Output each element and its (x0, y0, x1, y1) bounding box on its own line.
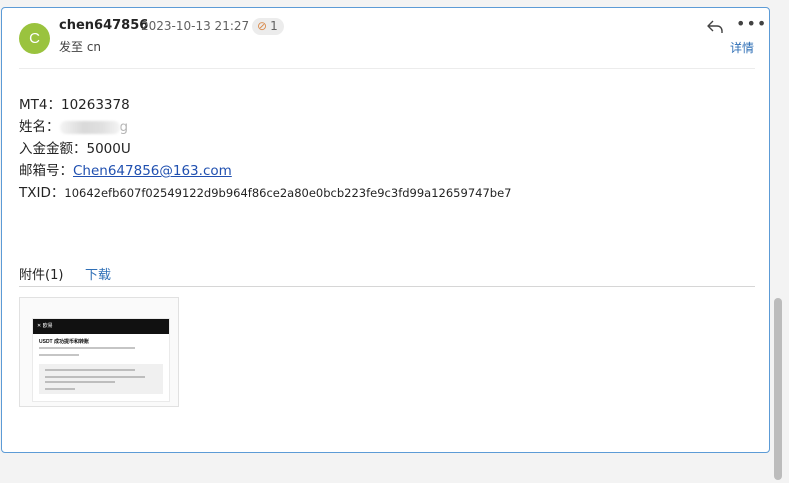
thumbnail-title: USDT 成功提币和转账 (39, 339, 90, 345)
thumbnail-text-line (45, 376, 145, 378)
more-options-button[interactable]: ••• (736, 14, 767, 33)
attachments-divider (19, 286, 755, 287)
download-link[interactable]: 下载 (85, 264, 111, 283)
redacted-name (59, 120, 120, 134)
txid-value: 10642efb607f02549122d9b964f86ce2a80e0bcb… (64, 186, 512, 200)
name-tail: g (119, 119, 129, 135)
sender-avatar: C (19, 23, 50, 54)
thumbnail-header-bar: ✕ 欧易 (33, 319, 169, 334)
recipient-line: 发至 cn (59, 40, 102, 54)
mt4-row: MT4：10263378 (19, 94, 511, 116)
email-label: 邮箱号： (19, 163, 73, 179)
vertical-scrollbar[interactable] (774, 298, 782, 480)
thumbnail-logo: ✕ 欧易 (37, 323, 53, 329)
paperclip-icon: ⊘ (257, 19, 268, 33)
thumbnail-text-line (39, 347, 135, 349)
deposit-row: 入金金额：5000U (19, 138, 511, 160)
mt4-value: 10263378 (60, 97, 130, 113)
attachments-header: 附件(1) (19, 268, 64, 283)
thumbnail-text-line (39, 354, 79, 356)
attachment-count-badge[interactable]: ⊘ 1 (252, 18, 284, 35)
sender-name[interactable]: chen647856 (59, 18, 148, 33)
attachment-count: 1 (270, 19, 278, 33)
email-message-card: C chen647856 2023-10-13 21:27 ⊘ 1 发至 cn •… (1, 7, 770, 453)
deposit-value: 5000U (86, 141, 131, 157)
thumbnail-text-line (45, 381, 115, 383)
email-link[interactable]: Chen647856@163.com (73, 163, 232, 179)
reply-icon[interactable] (705, 17, 725, 37)
email-row: 邮箱号：Chen647856@163.com (19, 160, 511, 182)
thumbnail-text-line (45, 369, 135, 371)
thumbnail-document: ✕ 欧易 USDT 成功提币和转账 (32, 318, 170, 402)
mt4-label: MT4： (19, 97, 61, 113)
attachment-thumbnail[interactable]: ✕ 欧易 USDT 成功提币和转账 (19, 297, 179, 407)
details-link[interactable]: 详情 (730, 39, 754, 56)
thumbnail-text-line (45, 388, 75, 390)
thumbnail-detail-box (39, 364, 163, 394)
message-datetime: 2023-10-13 21:27 (141, 19, 250, 33)
name-row: 姓名： g (19, 116, 511, 138)
message-body: MT4：10263378 姓名： g 入金金额：5000U 邮箱号：Chen647… (19, 94, 511, 204)
deposit-label: 入金金额： (19, 141, 87, 157)
txid-label: TXID： (19, 185, 65, 201)
header-divider (19, 68, 755, 69)
txid-row: TXID：10642efb607f02549122d9b964f86ce2a80… (19, 182, 511, 204)
name-label: 姓名： (19, 119, 60, 135)
